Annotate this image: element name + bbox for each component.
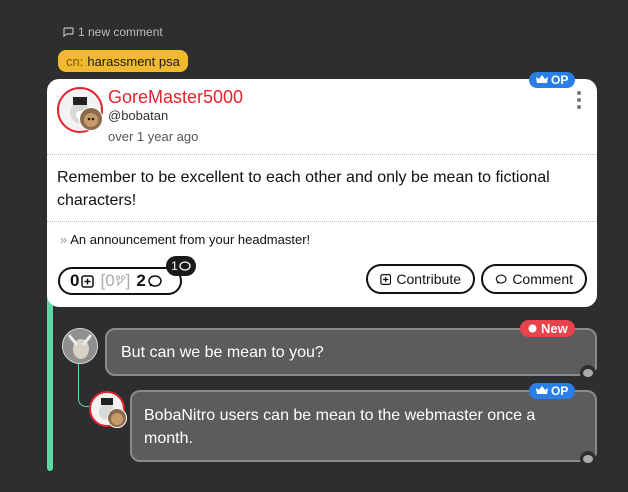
new-comments-indicator[interactable]: 1 new comment — [62, 25, 163, 39]
post-timestamp[interactable]: over 1 year ago — [108, 129, 198, 144]
comment-icon — [148, 274, 162, 287]
avatar-image — [84, 113, 98, 127]
comment-text: BobaNitro users can be mean to the webma… — [144, 407, 536, 447]
post-whisper: » An announcement from your headmaster! — [60, 232, 311, 247]
new-comments-label: 1 new comment — [78, 25, 163, 39]
avatar-image — [63, 329, 97, 363]
new-badge: New — [520, 320, 575, 337]
reply-icon[interactable] — [580, 365, 596, 381]
thread-line[interactable] — [47, 290, 53, 471]
content-warning-prefix: cn: — [66, 53, 84, 69]
comment-icon — [583, 368, 593, 377]
comment-icon — [583, 454, 593, 463]
total-comments-count: 2 — [136, 271, 162, 291]
star-burst-icon — [528, 324, 537, 333]
add-box-icon — [380, 273, 392, 285]
comment-icon — [495, 274, 507, 284]
op-badge: OP — [529, 72, 576, 88]
secret-identity-avatar[interactable] — [79, 107, 103, 131]
comment-text: But can we be mean to you? — [121, 344, 324, 361]
comment-icon — [63, 27, 74, 38]
content-warning-label: harassment psa — [87, 53, 180, 69]
reply-icon[interactable] — [580, 451, 596, 467]
crown-icon — [536, 386, 548, 394]
post-options-menu-icon[interactable] — [575, 91, 583, 109]
avatar-image — [111, 413, 123, 425]
post-stats[interactable]: 0 [0] 2 — [58, 267, 182, 295]
add-box-icon — [81, 274, 95, 288]
comment-button[interactable]: Comment — [481, 264, 587, 294]
divider — [47, 154, 597, 155]
contribute-button[interactable]: Contribute — [366, 264, 475, 294]
contributions-count: [0] — [100, 271, 131, 290]
post-handle: @bobatan — [108, 108, 169, 123]
new-comments-badge: 1 — [166, 256, 196, 276]
comment-icon — [179, 260, 191, 271]
op-badge: OP — [529, 383, 576, 399]
post-body: Remember to be excellent to each other a… — [57, 169, 550, 209]
avatar[interactable] — [62, 328, 98, 364]
content-warning-tag[interactable]: cn: harassment psa — [58, 50, 188, 72]
whisper-marker: » — [60, 232, 68, 247]
crown-icon — [536, 75, 548, 83]
comments-count: 0 — [70, 271, 95, 291]
divider — [47, 221, 597, 222]
branch-icon — [115, 274, 125, 286]
post-username[interactable]: GoreMaster5000 — [108, 87, 243, 108]
secret-identity-avatar[interactable] — [107, 408, 127, 428]
comment[interactable]: BobaNitro users can be mean to the webma… — [130, 390, 597, 462]
